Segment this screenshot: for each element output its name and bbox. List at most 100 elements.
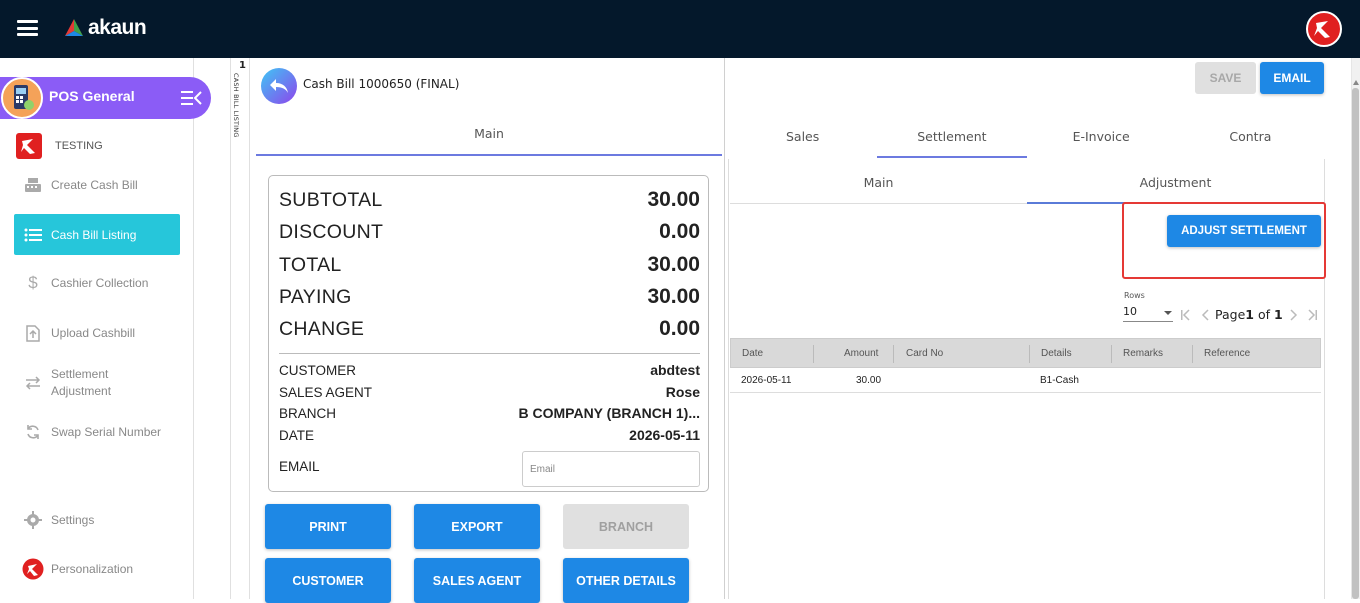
discount-row: DISCOUNT 0.00 <box>279 220 700 244</box>
discount-value: 0.00 <box>659 220 700 243</box>
table-row[interactable]: 2026-05-11 30.00 B1-Cash <box>730 368 1321 393</box>
page-prefix: Page <box>1215 307 1246 322</box>
tab-contra[interactable]: Contra <box>1176 122 1325 158</box>
paying-row: PAYING 30.00 <box>279 285 700 309</box>
tenant-name: TESTING <box>55 140 103 152</box>
subtotal-row: SUBTOTAL 30.00 <box>279 188 700 212</box>
branch-button[interactable]: BRANCH <box>563 504 689 549</box>
sidebar-item-upload-cashbill[interactable]: Upload Cashbill <box>14 322 180 344</box>
scroll-up-arrow-icon[interactable] <box>1353 80 1359 85</box>
other-details-button[interactable]: OTHER DETAILS <box>563 558 689 603</box>
cash-register-icon <box>22 174 44 196</box>
subtab-adjustment[interactable]: Adjustment <box>1027 168 1324 204</box>
page-current: 1 <box>1245 307 1254 322</box>
sidebar-item-cashier-collection[interactable]: $ Cashier Collection <box>14 272 180 294</box>
tab-sales[interactable]: Sales <box>728 122 877 158</box>
page-of: of <box>1257 307 1271 322</box>
sales-agent-row: SALES AGENT Rose <box>279 384 700 400</box>
customer-value: abdtest <box>650 362 700 378</box>
collapse-menu-icon[interactable] <box>181 89 203 107</box>
page-total: 1 <box>1274 307 1283 322</box>
print-button[interactable]: PRINT <box>265 504 391 549</box>
change-label: CHANGE <box>279 318 365 340</box>
customer-label: CUSTOMER <box>279 363 357 378</box>
sub-tabs: Main Adjustment <box>730 168 1324 204</box>
listing-strip[interactable]: 1 CASH BILL LISTING <box>230 58 250 599</box>
app-selector[interactable]: POS General <box>0 77 211 119</box>
paying-label: PAYING <box>279 286 352 308</box>
menu-icon[interactable] <box>17 20 38 36</box>
pos-app-icon <box>1 77 43 119</box>
save-button[interactable]: SAVE <box>1195 62 1256 94</box>
sidebar-item-label: Personalization <box>51 562 134 576</box>
date-label: DATE <box>279 428 315 443</box>
sidebar-item-settings[interactable]: Settings <box>14 509 180 531</box>
scrollbar-thumb[interactable] <box>1352 88 1359 599</box>
date-value: 2026-05-11 <box>629 427 700 443</box>
column-divider <box>1029 345 1030 363</box>
settlement-panel: SAVE EMAIL Sales Settlement E-Invoice Co… <box>726 58 1360 599</box>
column-divider <box>1111 345 1112 363</box>
sidebar: POS General TESTING Create Cash Bill Cas… <box>0 58 211 599</box>
branch-label: BRANCH <box>279 406 337 421</box>
tab-main[interactable]: Main <box>256 120 722 156</box>
tenant-row[interactable]: TESTING <box>16 133 103 159</box>
total-row: TOTAL 30.00 <box>279 253 700 277</box>
previous-page-icon[interactable] <box>1200 309 1212 321</box>
paying-value: 30.00 <box>647 285 700 308</box>
cash-bill-panel: Cash Bill 1000650 (FINAL) Main SUBTOTAL … <box>251 58 725 603</box>
tab-e-invoice[interactable]: E-Invoice <box>1027 122 1176 158</box>
dollar-icon: $ <box>28 273 38 292</box>
brand-logo[interactable]: akaun <box>63 15 147 41</box>
listing-strip-label: CASH BILL LISTING <box>232 73 240 138</box>
sidebar-item-create-cash-bill[interactable]: Create Cash Bill <box>14 174 180 196</box>
export-button[interactable]: EXPORT <box>414 504 540 549</box>
listing-count: 1 <box>239 60 246 71</box>
brand-name: akaun <box>88 16 147 39</box>
column-header-details[interactable]: Details <box>1041 348 1072 359</box>
sales-agent-value: Rose <box>665 384 700 400</box>
column-divider <box>1192 345 1193 363</box>
dropdown-caret-icon <box>1164 311 1172 315</box>
tab-settlement[interactable]: Settlement <box>877 122 1027 158</box>
sales-agent-button[interactable]: SALES AGENT <box>414 558 540 603</box>
tenant-avatar[interactable] <box>1306 11 1342 47</box>
sidebar-item-label: Settings <box>51 513 95 527</box>
date-row: DATE 2026-05-11 <box>279 427 700 443</box>
page-indicator: Page1 of 1 <box>1215 307 1283 322</box>
sidebar-item-label: Cash Bill Listing <box>51 227 137 242</box>
sidebar-item-swap-serial-number[interactable]: Swap Serial Number <box>14 421 180 443</box>
sidebar-item-settlement-adjustment[interactable]: Settlement Adjustment <box>14 365 180 401</box>
sidebar-item-label: Cashier Collection <box>51 276 149 290</box>
column-header-date[interactable]: Date <box>742 348 763 359</box>
cell-amount: 30.00 <box>856 375 882 386</box>
back-button[interactable] <box>261 68 297 104</box>
subtab-main[interactable]: Main <box>730 168 1027 203</box>
tenant-logo-icon <box>16 133 42 159</box>
last-page-icon[interactable] <box>1306 309 1318 321</box>
next-page-icon[interactable] <box>1287 309 1299 321</box>
change-value: 0.00 <box>659 317 700 340</box>
gear-icon <box>22 509 44 531</box>
column-header-amount[interactable]: Amount <box>844 348 878 359</box>
column-header-remarks[interactable]: Remarks <box>1123 348 1163 359</box>
email-button[interactable]: EMAIL <box>1260 62 1324 94</box>
first-page-icon[interactable] <box>1180 309 1192 321</box>
customer-button[interactable]: CUSTOMER <box>265 558 391 603</box>
akaun-logo-icon <box>65 19 83 36</box>
total-label: TOTAL <box>279 254 342 276</box>
sidebar-item-cash-bill-listing[interactable]: Cash Bill Listing <box>14 214 180 255</box>
sidebar-item-personalization[interactable]: Personalization <box>14 558 180 580</box>
column-header-card-no[interactable]: Card No <box>906 348 943 359</box>
email-field[interactable] <box>522 451 700 487</box>
main-tabs: Sales Settlement E-Invoice Contra <box>728 122 1325 158</box>
discount-label: DISCOUNT <box>279 221 384 243</box>
sidebar-item-label: Create Cash Bill <box>51 178 138 192</box>
personalization-logo-icon <box>22 558 44 580</box>
adjust-settlement-button[interactable]: ADJUST SETTLEMENT <box>1167 215 1321 247</box>
summary-card: SUBTOTAL 30.00 DISCOUNT 0.00 TOTAL 30.00… <box>268 175 709 492</box>
subtotal-label: SUBTOTAL <box>279 189 383 211</box>
top-bar: akaun <box>0 0 1360 58</box>
column-header-reference[interactable]: Reference <box>1204 348 1250 359</box>
cell-date: 2026-05-11 <box>741 375 792 386</box>
